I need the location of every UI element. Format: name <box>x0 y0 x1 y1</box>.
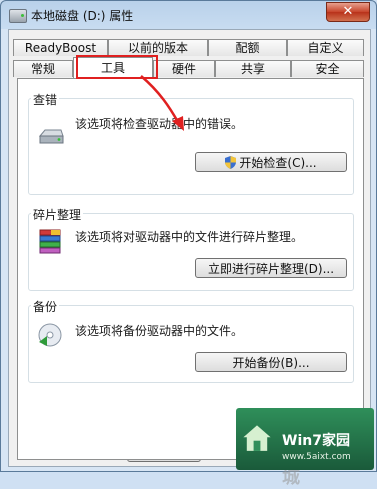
drive-icon <box>9 9 27 23</box>
title-bar[interactable]: 本地磁盘 (D:) 属性 ✕ <box>1 1 376 29</box>
properties-window: 本地磁盘 (D:) 属性 ✕ ReadyBoost 以前的版本 配额 自定义 常… <box>0 0 377 472</box>
start-check-button[interactable]: 开始检查(C)... <box>195 152 347 172</box>
tab-hardware[interactable]: 硬件 <box>153 60 215 77</box>
tab-general[interactable]: 常规 <box>13 60 73 77</box>
start-check-label: 开始检查(C)... <box>239 156 317 170</box>
defrag-now-button[interactable]: 立即进行碎片整理(D)... <box>195 258 347 278</box>
tab-security[interactable]: 安全 <box>291 60 364 77</box>
tab-previous-versions[interactable]: 以前的版本 <box>108 39 208 56</box>
tab-quota[interactable]: 配额 <box>208 39 287 56</box>
defrag-icon <box>39 229 61 254</box>
backup-title: 备份 <box>31 298 60 315</box>
dialog-client: ReadyBoost 以前的版本 配额 自定义 常规 工具 硬件 共享 安全 查… <box>8 29 371 467</box>
error-check-title: 查错 <box>31 91 60 108</box>
tab-readyboost[interactable]: ReadyBoost <box>13 39 108 56</box>
backup-desc: 该选项将备份驱动器中的文件。 <box>75 324 244 338</box>
defrag-desc: 该选项将对驱动器中的文件进行碎片整理。 <box>75 230 304 244</box>
tab-tools[interactable]: 工具 <box>73 57 153 78</box>
tab-sharing[interactable]: 共享 <box>215 60 291 77</box>
error-check-group: 查错 该选项将检查驱动器中的错误。 开始检查(C)... <box>28 91 354 195</box>
drive-icon <box>38 129 64 144</box>
tools-panel: 查错 该选项将检查驱动器中的错误。 开始检查(C)... 碎片整理 该选项将对驱… <box>17 78 364 460</box>
defrag-group: 碎片整理 该选项将对驱动器中的文件进行碎片整理。 立即进行碎片整理(D)... <box>28 206 354 291</box>
tab-customize[interactable]: 自定义 <box>287 39 364 56</box>
close-button[interactable]: ✕ <box>326 2 370 22</box>
start-backup-button[interactable]: 开始备份(B)... <box>195 352 347 372</box>
defrag-title: 碎片整理 <box>31 206 84 223</box>
window-title: 本地磁盘 (D:) 属性 <box>31 9 134 23</box>
backup-group: 备份 该选项将备份驱动器中的文件。 开始备份(B)... <box>28 298 354 383</box>
backup-icon <box>38 323 62 347</box>
error-check-desc: 该选项将检查驱动器中的错误。 <box>75 117 244 131</box>
uac-shield-icon <box>225 156 237 169</box>
